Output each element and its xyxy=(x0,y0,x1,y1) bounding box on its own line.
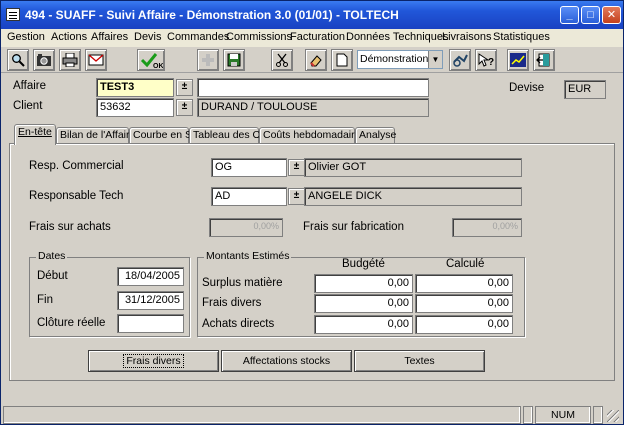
menu-commandes[interactable]: Commandes xyxy=(167,31,229,43)
frais-divers-calcule-field[interactable]: 0,00 xyxy=(415,294,513,313)
debut-label: Début xyxy=(37,270,68,282)
chevron-down-icon[interactable]: ▼ xyxy=(428,51,442,68)
menu-livraisons[interactable]: Livraisons xyxy=(442,31,492,43)
menu-bar: Gestion Actions Affaires Devis Commandes… xyxy=(1,29,623,47)
affaire-label: Affaire xyxy=(13,80,47,92)
fin-label: Fin xyxy=(37,294,53,306)
app-window: 494 - SUAFF - Suivi Affaire - Démonstrat… xyxy=(0,0,624,425)
camera-icon[interactable] xyxy=(33,49,55,71)
svg-text:OK: OK xyxy=(153,63,163,69)
email-icon[interactable] xyxy=(85,49,107,71)
status-panel-num: NUM xyxy=(535,406,591,424)
toolbar: OK Démonstration 3 ▼ ? xyxy=(1,47,623,73)
surplus-matiere-calcule-field[interactable]: 0,00 xyxy=(415,274,513,293)
affectations-stocks-button[interactable]: Affectations stocks xyxy=(221,350,352,372)
resp-tech-name-field: ANGELE DICK xyxy=(304,187,522,206)
affaire-description-field[interactable] xyxy=(197,78,429,97)
menu-statistiques[interactable]: Statistiques xyxy=(493,31,550,43)
dossier-select[interactable]: Démonstration 3 ▼ xyxy=(357,50,443,69)
chart-icon[interactable] xyxy=(507,49,529,71)
help-icon[interactable]: ? xyxy=(475,49,497,71)
frais-fabrication-field: 0,00% xyxy=(452,218,522,237)
affaire-lookup-button[interactable]: ± xyxy=(176,79,193,96)
surplus-matiere-budgete-field[interactable]: 0,00 xyxy=(314,274,413,293)
frais-achats-field: 0,00% xyxy=(209,218,283,237)
resize-grip[interactable] xyxy=(607,410,619,422)
resp-tech-lookup-button[interactable]: ± xyxy=(288,188,305,205)
surplus-matiere-label: Surplus matière xyxy=(202,277,283,289)
search-icon[interactable] xyxy=(7,49,29,71)
frais-divers-budgete-field[interactable]: 0,00 xyxy=(314,294,413,313)
achats-directs-calcule-field[interactable]: 0,00 xyxy=(415,315,513,334)
title-bar[interactable]: 494 - SUAFF - Suivi Affaire - Démonstrat… xyxy=(1,1,623,29)
frais-divers-label: Frais divers xyxy=(202,297,262,309)
fin-date-field[interactable]: 31/12/2005 xyxy=(117,291,184,310)
dossier-select-value: Démonstration 3 xyxy=(360,53,438,65)
devise-field: EUR xyxy=(564,80,606,99)
achats-directs-label: Achats directs xyxy=(202,318,275,330)
tab-label: En-tête xyxy=(18,126,52,138)
tab-bilan-affaire[interactable]: Bilan de l'Affaire xyxy=(56,127,135,144)
add-icon[interactable] xyxy=(197,49,219,71)
maximize-button[interactable]: □ xyxy=(581,6,600,24)
montants-group-title: Montants Estimés xyxy=(204,250,292,262)
cloture-date-field[interactable] xyxy=(117,314,184,333)
menu-actions[interactable]: Actions xyxy=(51,31,87,43)
status-panel-extra xyxy=(593,406,603,424)
resp-tech-code-field[interactable]: AD xyxy=(211,187,287,206)
client-label: Client xyxy=(13,100,43,112)
affaire-field[interactable]: TEST3 xyxy=(96,78,174,97)
budgete-column-header: Budgété xyxy=(342,258,385,270)
ok-check-icon[interactable]: OK xyxy=(137,49,165,71)
resp-commercial-code-field[interactable]: OG xyxy=(211,158,287,177)
frais-divers-button-label: Frais divers xyxy=(123,354,184,368)
calcule-column-header: Calculé xyxy=(446,258,485,270)
exit-icon[interactable] xyxy=(533,49,555,71)
save-icon[interactable] xyxy=(223,49,245,71)
eraser-icon[interactable] xyxy=(305,49,327,71)
frais-divers-button[interactable]: Frais divers xyxy=(88,350,219,372)
cloture-label: Clôture réelle xyxy=(37,317,106,329)
menu-devis[interactable]: Devis xyxy=(134,31,162,43)
printer-icon[interactable] xyxy=(59,49,81,71)
resp-commercial-name-field: Olivier GOT xyxy=(304,158,522,177)
ring-icon[interactable] xyxy=(449,49,471,71)
client-lookup-button[interactable]: ± xyxy=(176,99,193,116)
minimize-button[interactable]: _ xyxy=(560,6,579,24)
frais-achats-label: Frais sur achats xyxy=(29,221,111,233)
tab-couts-hebdomadaires[interactable]: Coûts hebdomadaires xyxy=(259,127,366,144)
tab-analyse[interactable]: Analyse xyxy=(355,127,396,144)
tab-courbe-en-s[interactable]: Courbe en S xyxy=(129,127,192,144)
dates-group-title: Dates xyxy=(36,250,68,262)
tab-tableau-of[interactable]: Tableau des OF xyxy=(189,127,267,144)
resp-commercial-label: Resp. Commercial xyxy=(29,160,124,172)
achats-directs-budgete-field[interactable]: 0,00 xyxy=(314,315,413,334)
status-bar: NUM xyxy=(3,404,621,424)
frais-fabrication-label: Frais sur fabrication xyxy=(303,221,404,233)
menu-gestion[interactable]: Gestion xyxy=(7,31,45,43)
client-name-field: DURAND / TOULOUSE xyxy=(197,98,429,117)
new-page-icon[interactable] xyxy=(331,49,353,71)
devise-label: Devise xyxy=(509,82,545,94)
scissors-icon[interactable] xyxy=(271,49,293,71)
app-icon[interactable] xyxy=(6,8,20,21)
menu-facturation[interactable]: Facturation xyxy=(290,31,345,43)
tab-en-tete[interactable]: En-tête xyxy=(14,124,56,145)
menu-commissions[interactable]: Commissions xyxy=(226,31,292,43)
menu-affaires[interactable]: Affaires xyxy=(91,31,128,43)
menu-donnees-techniques[interactable]: Données Techniques xyxy=(346,31,449,43)
client-field[interactable]: 53632 xyxy=(96,98,174,117)
window-title: 494 - SUAFF - Suivi Affaire - Démonstrat… xyxy=(25,8,399,22)
status-panel-small xyxy=(523,406,533,424)
status-panel-message xyxy=(3,406,521,424)
textes-button[interactable]: Textes xyxy=(354,350,485,372)
svg-text:?: ? xyxy=(488,57,494,67)
resp-commercial-lookup-button[interactable]: ± xyxy=(288,159,305,176)
close-button[interactable]: ✕ xyxy=(602,6,621,24)
debut-date-field[interactable]: 18/04/2005 xyxy=(117,267,184,286)
resp-tech-label: Responsable Tech xyxy=(29,190,124,202)
